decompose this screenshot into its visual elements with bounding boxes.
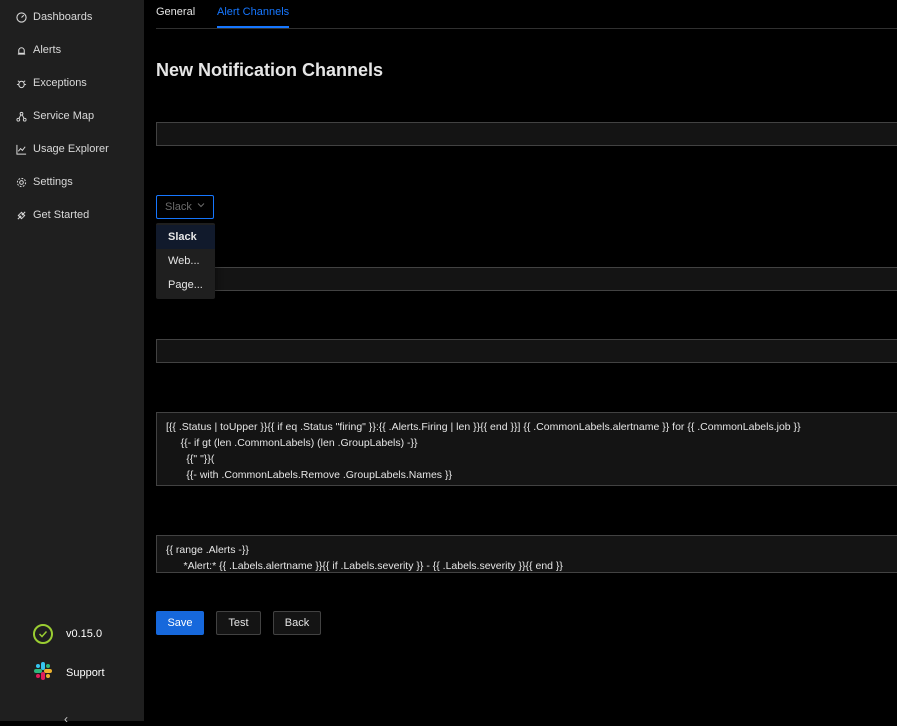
sidebar-item-dashboards[interactable]: Dashboards (16, 8, 92, 26)
sidebar-item-settings[interactable]: Settings (16, 173, 73, 191)
sidebar-item-exceptions[interactable]: Exceptions (16, 74, 87, 92)
sidebar-item-get-started[interactable]: Get Started (16, 206, 89, 224)
option-slack[interactable]: Slack (156, 225, 215, 249)
sidebar-item-label: Usage Explorer (33, 143, 109, 155)
version-label: v0.15.0 (66, 628, 103, 640)
save-button[interactable]: Save (156, 611, 204, 635)
sidebar-item-label: Alerts (33, 44, 62, 56)
deployment-icon (16, 111, 27, 122)
channel-type-select[interactable]: Slack (156, 195, 214, 219)
description-template-textarea[interactable]: {{ range .Alerts -}} *Alert:* {{ .Labels… (156, 535, 897, 573)
chevron-down-icon (197, 203, 205, 208)
bug-icon (16, 78, 27, 89)
tab-alert-channels[interactable]: Alert Channels (217, 6, 290, 28)
gear-icon (16, 177, 27, 188)
support-label: Support (66, 666, 105, 679)
version-indicator: v0.15.0 (33, 624, 102, 644)
line-chart-icon (16, 144, 27, 155)
page-title: New Notification Channels (156, 60, 384, 80)
sidebar-item-label: Exceptions (33, 77, 87, 89)
sidebar-item-label: Settings (33, 176, 73, 188)
tab-general[interactable]: General (156, 6, 195, 26)
option-pagerduty[interactable]: Page... (156, 273, 215, 297)
settings-tabs: General Alert Channels (156, 0, 897, 29)
sidebar-item-label: Service Map (33, 110, 95, 122)
sidebar: Dashboards Alerts Exceptions Service Map… (0, 0, 144, 726)
sidebar-item-label: Get Started (33, 209, 90, 221)
option-webhook[interactable]: Web... (156, 249, 215, 273)
title-template-textarea[interactable]: [{{ .Status | toUpper }}{{ if eq .Status… (156, 412, 897, 486)
back-button[interactable]: Back (273, 611, 321, 635)
select-value: Slack (165, 201, 192, 213)
slack-icon (33, 661, 53, 684)
api-icon (16, 210, 27, 221)
collapse-chevron-icon[interactable]: ‹ (64, 712, 68, 726)
webhook-url-input[interactable] (156, 267, 897, 291)
alert-icon (16, 45, 27, 56)
test-button[interactable]: Test (216, 611, 261, 635)
check-circle-icon (33, 624, 53, 644)
dashboard-icon (16, 11, 27, 23)
sidebar-item-usage-explorer[interactable]: Usage Explorer (16, 140, 109, 158)
channel-type-dropdown: Slack Web... Page... (156, 223, 215, 299)
sidebar-item-service-map[interactable]: Service Map (16, 107, 94, 125)
support-link[interactable]: Support (33, 661, 105, 684)
recipient-input[interactable] (156, 339, 897, 363)
sidebar-item-label: Dashboards (33, 11, 93, 23)
channel-name-input[interactable] (156, 122, 897, 146)
sidebar-item-alerts[interactable]: Alerts (16, 41, 61, 59)
